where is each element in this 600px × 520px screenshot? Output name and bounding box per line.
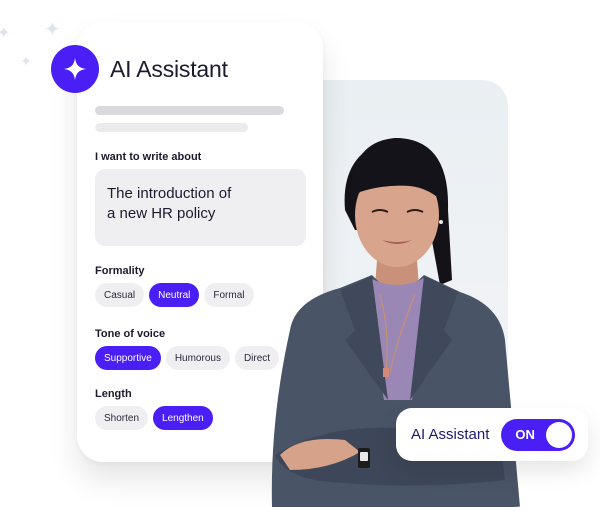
sparkle-icon: ✦ <box>44 19 61 41</box>
chip-formal[interactable]: Formal <box>204 283 254 307</box>
placeholder-line <box>95 123 248 132</box>
sparkle-icon <box>64 58 86 80</box>
card-title: AI Assistant <box>110 56 228 82</box>
ai-assistant-toggle[interactable]: ON <box>501 418 576 451</box>
chip-direct[interactable]: Direct <box>234 346 280 370</box>
toggle-label: AI Assistant <box>411 426 490 443</box>
chip-lengthen[interactable]: Lengthen <box>153 406 213 430</box>
tone-options: Supportive Humorous Direct <box>95 346 280 370</box>
length-options: Shorten Lengthen <box>95 406 213 430</box>
sparkle-icon: ✦ <box>20 53 32 69</box>
formality-options: Casual Neutral Formal <box>95 283 254 307</box>
length-label: Length <box>95 388 132 400</box>
sparkle-icon: ✦ <box>0 25 11 42</box>
chip-casual[interactable]: Casual <box>95 283 145 307</box>
ai-logo <box>51 45 99 93</box>
topic-text-line: The introduction of <box>107 185 232 202</box>
tone-label: Tone of voice <box>95 328 166 340</box>
formality-label: Formality <box>95 265 145 277</box>
ai-assistant-toggle-card: AI Assistant ON <box>396 408 588 461</box>
chip-neutral[interactable]: Neutral <box>149 283 200 307</box>
placeholder-line <box>95 106 284 115</box>
topic-label: I want to write about <box>95 151 202 163</box>
toggle-knob <box>546 421 573 448</box>
chip-humorous[interactable]: Humorous <box>165 346 230 370</box>
topic-text-line: a new HR policy <box>107 205 216 222</box>
chip-supportive[interactable]: Supportive <box>95 346 161 370</box>
toggle-state: ON <box>515 427 535 442</box>
chip-shorten[interactable]: Shorten <box>95 406 149 430</box>
topic-input[interactable]: The introduction of a new HR policy <box>95 169 306 246</box>
